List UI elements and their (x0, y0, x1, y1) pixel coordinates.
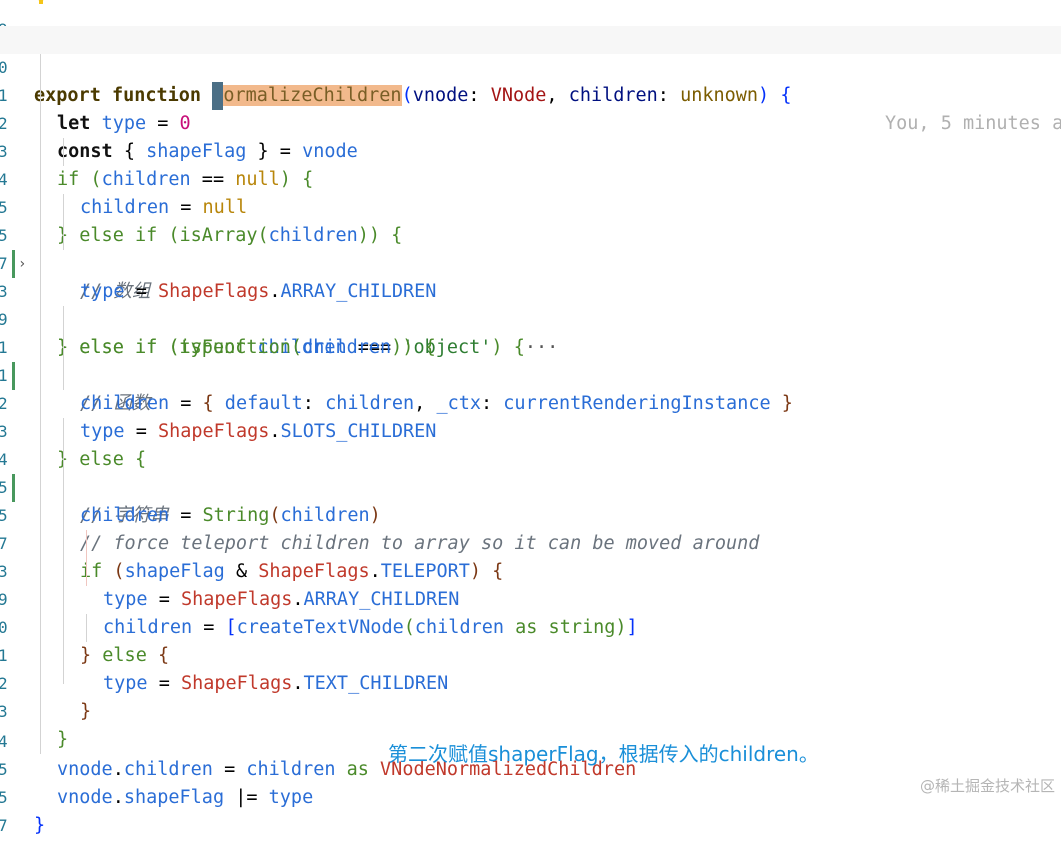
code-line[interactable]: 3 type = ShapeFlags.ARRAY_CHILDREN (0, 530, 1061, 610)
code-line[interactable]: 3 if (children == null) { (0, 110, 1061, 190)
annotation-text: 第二次赋值shaperFlag，根据传入的children。 (388, 742, 819, 766)
line-number: 7 (0, 816, 8, 835)
code-line[interactable]: 1 let type = 0 (0, 54, 1061, 134)
code-line[interactable]: 9 } else if (isFunction(children)) { (0, 278, 1061, 358)
code-line[interactable]: 3 › } else if (typeof children === 'obje… (0, 250, 1061, 358)
code-line[interactable]: 1 type = ShapeFlags.TEXT_CHILDREN (0, 614, 1061, 694)
code-line[interactable]: 5 // 数组 (0, 194, 1061, 302)
code-line[interactable]: 5 children = String(children) (0, 446, 1061, 526)
code-line[interactable]: 2 } (0, 642, 1061, 722)
code-line[interactable]: 0 export function normalizeChildren(vnod… (0, 26, 1061, 134)
code-line[interactable]: 9 children = [createTextVNode(children a… (0, 558, 1061, 638)
code-line[interactable]: 4 vnode.children = children as VNodeNorm… (0, 700, 1061, 780)
code-line[interactable]: 4 // 字符串 (0, 418, 1061, 526)
code-line[interactable]: 2 type = ShapeFlags.SLOTS_CHILDREN (0, 362, 1061, 442)
code-line[interactable]: 3 } else { (0, 390, 1061, 470)
code-line[interactable]: 0 } else { (0, 586, 1061, 666)
code-line[interactable]: 7 if (shapeFlag & ShapeFlags.TELEPORT) { (0, 502, 1061, 582)
watermark: @稀土掘金技术社区 (919, 777, 1055, 795)
code-line: 9 (0, 0, 1061, 39)
fold-chevron-icon[interactable]: › (18, 250, 26, 278)
code-line[interactable]: 4 children = null (0, 138, 1061, 218)
code-line: 7 (0, 784, 1061, 835)
code-line[interactable]: 1 // 函数 (0, 306, 1061, 414)
code-line[interactable]: 5 // force teleport children to array so… (0, 474, 1061, 554)
code-line[interactable]: 7 type = ShapeFlags.ARRAY_CHILDREN (0, 222, 1061, 302)
code-line[interactable]: 3 } (0, 670, 1061, 750)
code-line[interactable]: 2 const { shapeFlag } = vnode (0, 82, 1061, 162)
code-line[interactable]: 1 children = { default: children, _ctx: … (0, 334, 1061, 414)
code-line[interactable]: 5 } else if (isArray(children)) { (0, 166, 1061, 246)
code-editor[interactable]: 9 0 export function normalizeChildren(vn… (0, 0, 1061, 836)
